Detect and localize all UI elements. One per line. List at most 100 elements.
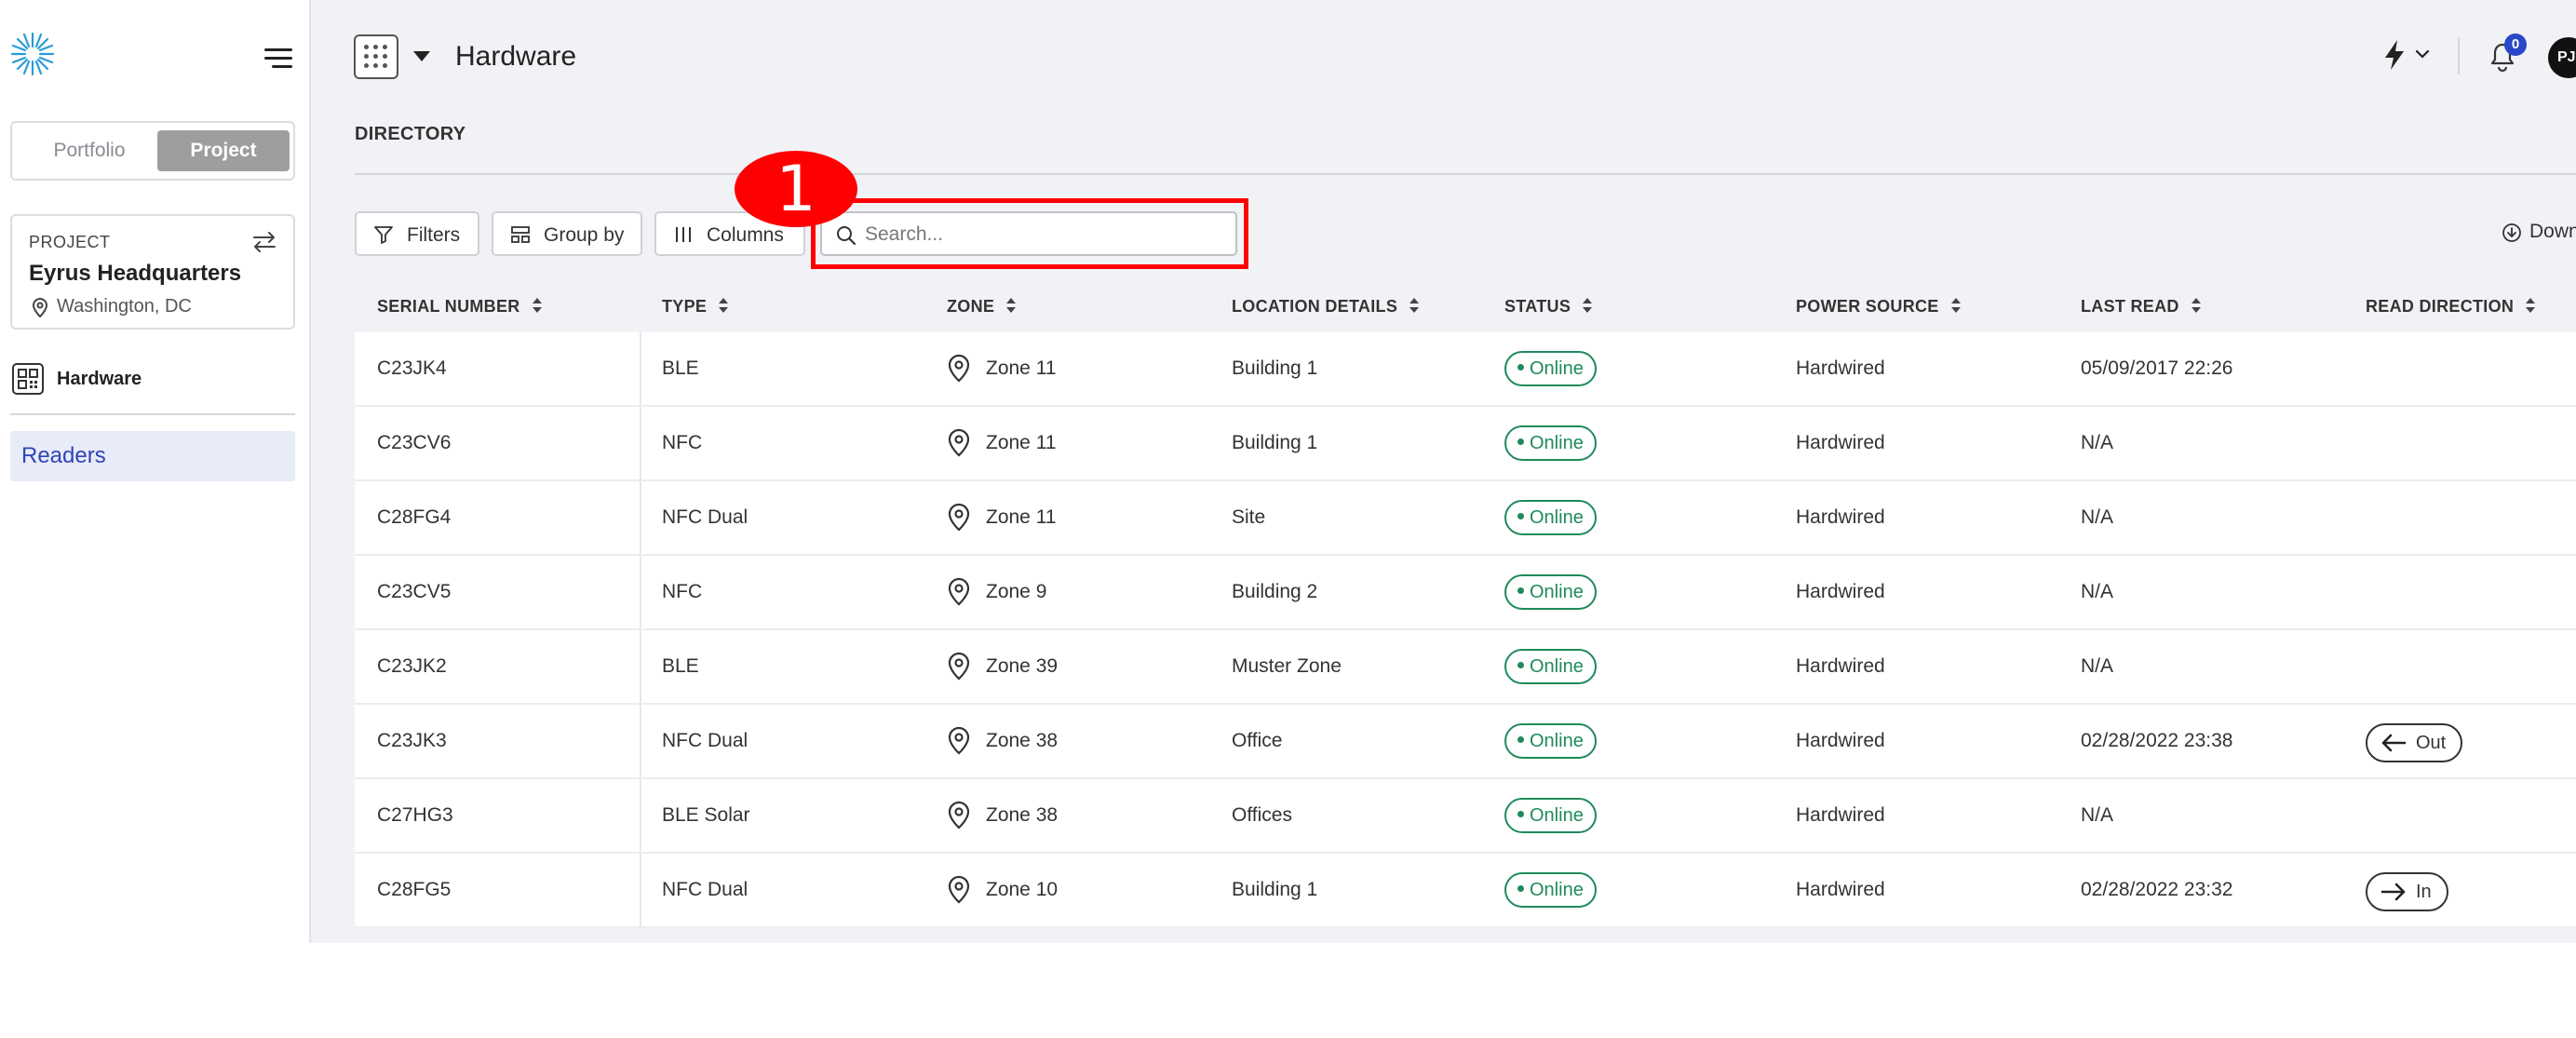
annotation-number-badge: 1 [735,151,857,227]
table-row[interactable]: C23JK3 NFC Dual Zone 38 Office Online Hardwir… [355,705,2576,779]
filters-label: Filters [407,224,461,246]
column-header-zone[interactable]: ZONE [947,297,1017,317]
type-cell: NFC [662,432,703,453]
sort-icon[interactable] [2191,297,2202,314]
column-header-status[interactable]: STATUS [1504,297,1593,317]
status-badge: Online [1504,351,1597,386]
sidebar-item-hardware[interactable]: Hardware [10,363,295,397]
location-pin-icon [948,503,970,532]
type-cell: BLE [662,655,699,677]
serial-number-cell: C23CV6 [377,432,452,453]
zone-cell: Zone 38 [986,804,1059,826]
status-badge: Online [1504,723,1597,759]
power-source-cell: Hardwired [1796,879,1885,900]
zone-cell: Zone 11 [986,357,1057,379]
power-source-cell: Hardwired [1796,655,1885,677]
app-window: Portfolio Project PROJECT Eyrus Headquar… [0,0,2576,943]
last-read-cell: N/A [2081,804,2114,826]
sort-icon[interactable] [1005,297,1017,314]
sidebar-divider [10,413,295,415]
sidebar-item-readers[interactable]: Readers [10,431,295,481]
columns-icon [676,227,691,242]
column-header-type[interactable]: TYPE [662,297,729,317]
status-badge: Online [1504,798,1597,833]
power-source-cell: Hardwired [1796,804,1885,826]
serial-number-cell: C23CV5 [377,581,452,602]
status-badge: Online [1504,872,1597,908]
sort-icon[interactable] [2525,297,2536,314]
chevron-down-icon[interactable] [2413,45,2432,63]
avatar[interactable]: PJ [2548,37,2576,78]
sort-icon[interactable] [532,297,543,314]
table-row[interactable]: C28FG4 NFC Dual Zone 11 Site Online Hardwired… [355,481,2576,556]
column-header-label: SERIAL NUMBER [377,297,520,316]
table-row[interactable]: C23JK2 BLE Zone 39 Muster Zone Online Hardwir… [355,630,2576,705]
portfolio-project-toggle: Portfolio Project [10,121,295,181]
column-header-label: STATUS [1504,297,1571,316]
column-header-location-details[interactable]: LOCATION DETAILS [1232,297,1420,317]
last-read-cell: 02/28/2022 23:38 [2081,730,2233,751]
location-details-cell: Offices [1232,804,1292,826]
last-read-cell: N/A [2081,655,2114,677]
location-details-cell: Office [1232,730,1283,751]
caret-down-icon[interactable] [413,51,430,61]
group-by-button[interactable]: Group by [492,211,642,256]
column-header-read-direction[interactable]: READ DIRECTION [2366,297,2536,317]
location-details-cell: Building 1 [1232,879,1318,900]
readers-table: SERIAL NUMBER TYPE ZONE LOCATION DETAILS STA… [355,280,2576,928]
toggle-project[interactable]: Project [157,130,290,171]
location-pin-icon [32,298,48,318]
read-direction-label: In [2416,882,2432,902]
zone-cell: Zone 39 [986,655,1059,677]
zone-cell: Zone 38 [986,730,1059,751]
column-header-power-source[interactable]: POWER SOURCE [1796,297,1962,317]
sort-icon[interactable] [1582,297,1593,314]
main-content: Hardware 0 PJ DIRECTORY Filters Group by [311,0,2576,943]
table-header: SERIAL NUMBER TYPE ZONE LOCATION DETAILS STA… [355,280,2576,332]
column-header-label: ZONE [947,297,995,316]
column-header-label: POWER SOURCE [1796,297,1939,316]
column-header-label: READ DIRECTION [2366,297,2515,316]
power-source-cell: Hardwired [1796,581,1885,602]
column-header-serial-number[interactable]: SERIAL NUMBER [377,297,543,317]
table-row[interactable]: C23CV6 NFC Zone 11 Building 1 Online Hardwire… [355,407,2576,481]
type-cell: NFC [662,581,703,602]
status-badge: Online [1504,425,1597,461]
sort-icon[interactable] [1409,297,1420,314]
column-header-last-read[interactable]: LAST READ [2081,297,2202,317]
menu-toggle-icon[interactable] [264,47,292,71]
location-pin-icon [948,652,970,681]
status-badge: Online [1504,649,1597,684]
serial-number-cell: C23JK2 [377,655,447,677]
group-icon [511,226,530,243]
table-row[interactable]: C28FG5 NFC Dual Zone 10 Building 1 Online Har… [355,854,2576,928]
lightning-icon[interactable] [2382,39,2407,71]
swap-icon[interactable] [250,229,278,255]
type-cell: BLE [662,357,699,379]
project-name: Eyrus Headquarters [29,261,242,286]
sidebar-item-label: Hardware [57,369,142,389]
power-source-cell: Hardwired [1796,506,1885,528]
group-by-label: Group by [544,224,625,246]
sort-icon[interactable] [718,297,729,314]
status-badge: Online [1504,500,1597,535]
table-row[interactable]: C27HG3 BLE Solar Zone 38 Offices Online Hardw… [355,779,2576,854]
project-card[interactable]: PROJECT Eyrus Headquarters Washington, D… [10,214,295,330]
sort-icon[interactable] [1950,297,1962,314]
status-badge: Online [1504,574,1597,610]
arrow-right-icon [2380,883,2406,901]
app-grid-button[interactable] [354,34,398,79]
sunburst-logo-icon[interactable] [8,30,57,78]
download-label: Download [2529,221,2576,242]
columns-label: Columns [707,224,784,246]
table-row[interactable]: C23JK4 BLE Zone 11 Building 1 Online Hardwire… [355,332,2576,407]
power-source-cell: Hardwired [1796,730,1885,751]
filters-button[interactable]: Filters [355,211,479,256]
location-pin-icon [948,354,970,383]
location-details-cell: Building 1 [1232,432,1318,453]
table-row[interactable]: C23CV5 NFC Zone 9 Building 2 Online Hardwired… [355,556,2576,630]
toggle-portfolio[interactable]: Portfolio [20,130,159,171]
last-read-cell: N/A [2081,581,2114,602]
section-title: DIRECTORY [355,124,466,144]
location-pin-icon [948,875,970,904]
